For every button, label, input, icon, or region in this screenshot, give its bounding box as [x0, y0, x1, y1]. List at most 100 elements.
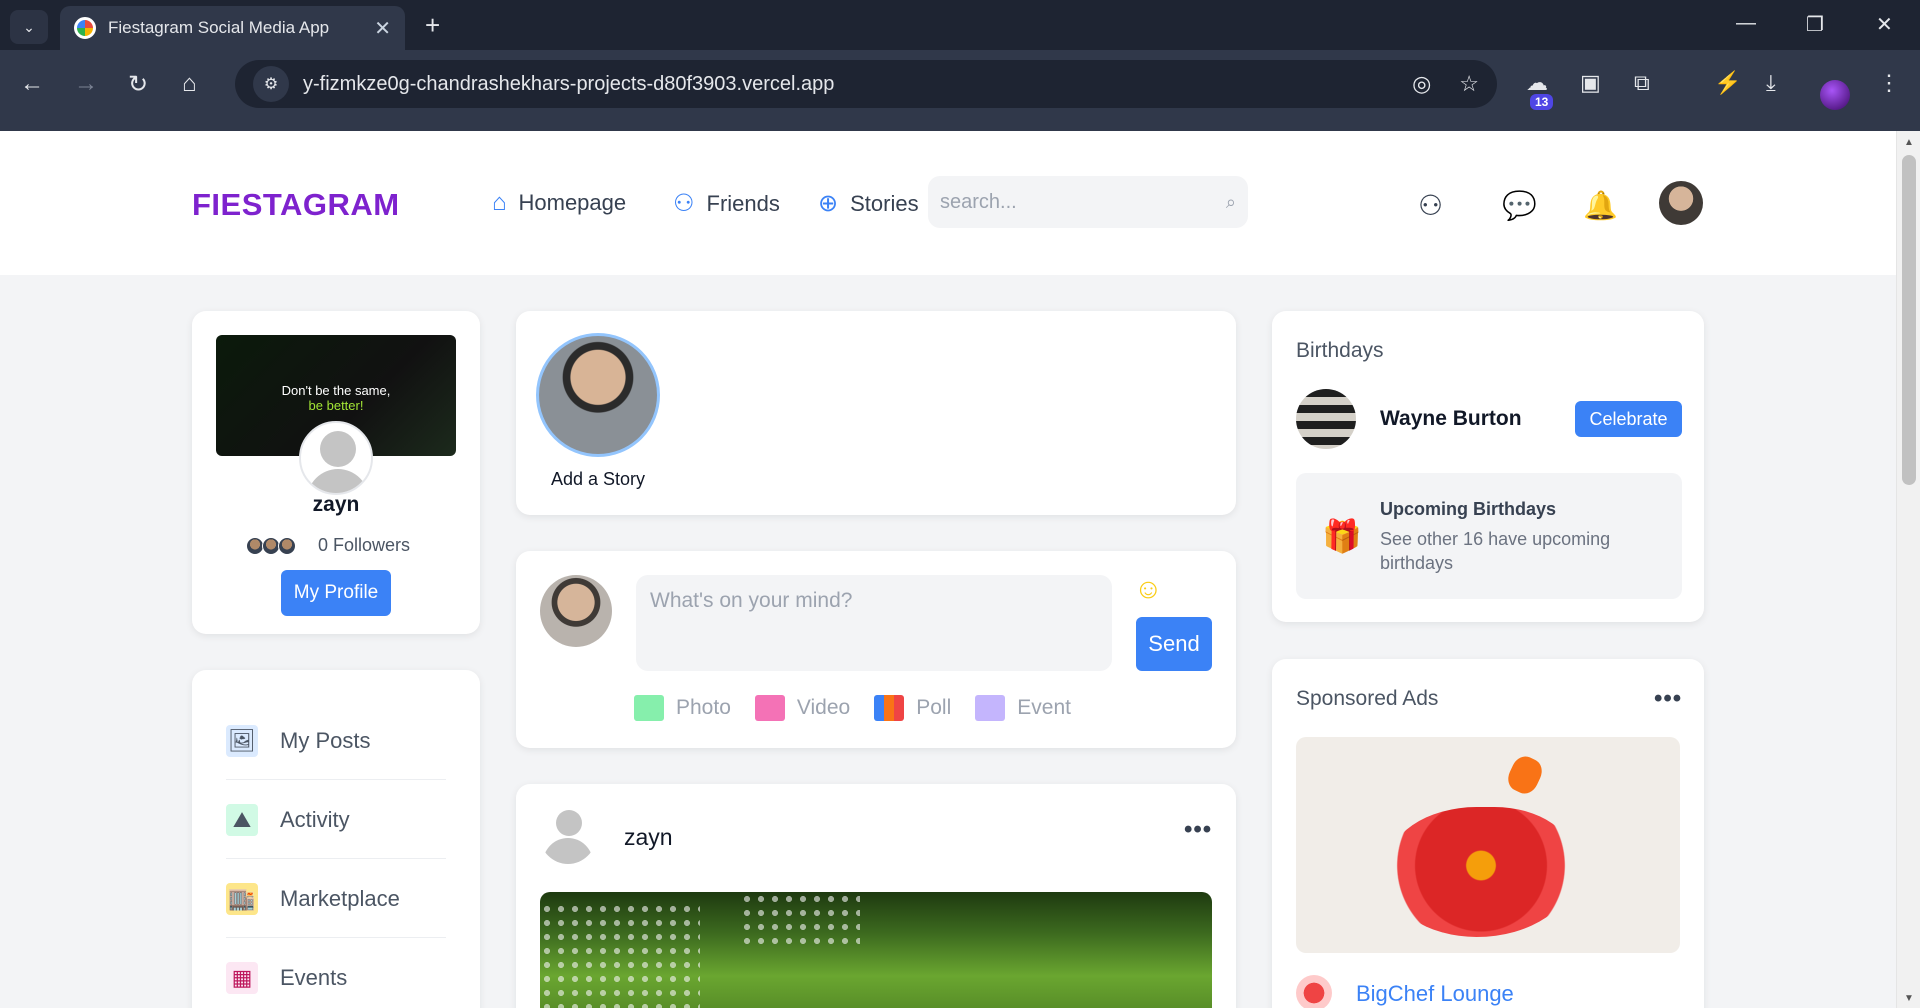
option-label: Photo: [676, 696, 731, 719]
restore-icon[interactable]: ❐: [1806, 12, 1824, 37]
site-info-icon[interactable]: ⚙: [253, 66, 289, 102]
scroll-up-icon[interactable]: ▲: [1904, 137, 1914, 148]
url-text: y-fizmkze0g-chandrashekhars-projects-d80…: [303, 72, 835, 95]
composer-options: Photo Video Poll Event: [634, 695, 1095, 721]
post-more-icon[interactable]: •••: [1184, 816, 1212, 844]
search-icon[interactable]: ⌕: [1226, 192, 1236, 213]
tab-search-button[interactable]: ⌄: [10, 10, 48, 44]
forward-icon[interactable]: →: [74, 70, 98, 98]
browser-toolbar: ← → ↻ ⌂ ⚙ y-fizmkze0g-chandrashekhars-pr…: [0, 50, 1920, 131]
post-image[interactable]: [540, 892, 1212, 1008]
people-icon[interactable]: ⚇: [1418, 189, 1443, 222]
logo[interactable]: FIESTAGRAM: [192, 187, 400, 223]
reload-icon[interactable]: ↻: [128, 70, 148, 99]
photo-icon: [634, 695, 664, 721]
tab-title: Fiestagram Social Media App: [108, 18, 330, 37]
browser-tab[interactable]: Fiestagram Social Media App ✕: [60, 6, 405, 50]
birthday-person-avatar[interactable]: [1296, 389, 1356, 449]
minimize-icon[interactable]: —: [1736, 12, 1756, 35]
chat-icon[interactable]: 💬: [1502, 189, 1537, 222]
nav-stories[interactable]: ⊕ Stories: [818, 189, 919, 218]
friends-icon: ⚇: [673, 190, 695, 217]
menu-label: Marketplace: [280, 885, 400, 911]
upcoming-birthdays[interactable]: 🎁 Upcoming Birthdays See other 16 have u…: [1296, 473, 1682, 599]
composer-avatar: [540, 575, 612, 647]
download-icon[interactable]: ⤓: [1766, 70, 1776, 96]
new-tab-button[interactable]: +: [425, 12, 440, 38]
ad-brand-link[interactable]: BigChef Lounge: [1356, 981, 1514, 1007]
browser-tab-bar: ⌄ Fiestagram Social Media App ✕ + — ❐ ✕: [0, 0, 1920, 50]
menu-item-marketplace[interactable]: 🏬 Marketplace: [226, 860, 446, 938]
posts-icon: 🖼: [226, 724, 258, 757]
performance-icon[interactable]: ⚡: [1714, 70, 1741, 96]
option-photo[interactable]: Photo: [634, 695, 731, 721]
add-story-avatar[interactable]: [536, 333, 660, 457]
birthday-person-name[interactable]: Wayne Burton: [1380, 407, 1522, 431]
extension-badge: 13: [1530, 94, 1554, 110]
cover-line1: Don't be the same,: [281, 383, 391, 398]
composer-card: ☺ Send Photo Video Poll Event: [516, 551, 1236, 748]
close-tab-icon[interactable]: ✕: [374, 16, 391, 41]
option-video[interactable]: Video: [754, 695, 851, 721]
nav-homepage[interactable]: ⌂ Homepage: [492, 189, 626, 217]
reader-icon[interactable]: ▣: [1580, 70, 1601, 96]
emoji-icon[interactable]: ☺: [1134, 573, 1163, 605]
profile-avatar[interactable]: [299, 421, 373, 495]
menu-label: My Posts: [280, 727, 371, 753]
post-card: zayn •••: [516, 784, 1236, 1008]
poll-icon: [874, 695, 905, 721]
nav-friends[interactable]: ⚇ Friends: [673, 189, 780, 218]
post-input[interactable]: [636, 575, 1112, 671]
my-profile-button[interactable]: My Profile: [281, 570, 391, 616]
menu-label: Activity: [280, 806, 350, 832]
birthdays-title: Birthdays: [1296, 339, 1384, 362]
app-header: FIESTAGRAM ⌂ Homepage ⚇ Friends ⊕ Storie…: [0, 131, 1896, 275]
favicon-icon: [74, 17, 96, 39]
plus-circle-icon: ⊕: [818, 190, 839, 217]
stories-card: Add a Story: [516, 311, 1236, 515]
extension-icon[interactable]: ☁: [1526, 70, 1548, 96]
events-calendar-icon: ▦: [226, 961, 258, 994]
ads-more-icon[interactable]: •••: [1654, 685, 1682, 713]
home-browser-icon[interactable]: ⌂: [182, 70, 197, 98]
follower-avatars: [246, 536, 296, 555]
scroll-thumb[interactable]: [1902, 155, 1916, 485]
upcoming-title: Upcoming Birthdays: [1380, 499, 1557, 519]
page-scrollbar[interactable]: ▲ ▼: [1896, 131, 1920, 1008]
ad-image[interactable]: [1296, 737, 1680, 953]
menu-label: Events: [280, 964, 348, 990]
profile-card: Don't be the same, be better! zayn 0 Fol…: [192, 311, 480, 634]
nav-label: Friends: [706, 190, 780, 216]
scroll-down-icon[interactable]: ▼: [1904, 993, 1914, 1004]
send-button[interactable]: Send: [1136, 617, 1212, 671]
menu-item-my-posts[interactable]: 🖼 My Posts: [226, 702, 446, 780]
birthdays-card: Birthdays Wayne Burton Celebrate 🎁 Upcom…: [1272, 311, 1704, 622]
option-poll[interactable]: Poll: [874, 695, 951, 721]
bell-icon[interactable]: 🔔: [1583, 189, 1618, 222]
menu-item-activity[interactable]: ⛰ Activity: [226, 781, 446, 859]
menu-card: 🖼 My Posts ⛰ Activity 🏬 Marketplace ▦ Ev…: [192, 670, 480, 1008]
option-label: Poll: [916, 696, 952, 719]
ads-card: Sponsored Ads ••• BigChef Lounge: [1272, 659, 1704, 1008]
extensions-puzzle-icon[interactable]: ⧉: [1634, 70, 1650, 96]
search-input[interactable]: [940, 190, 1226, 214]
menu-item-events[interactable]: ▦ Events: [226, 939, 446, 1008]
close-window-icon[interactable]: ✕: [1876, 12, 1893, 37]
post-author-name[interactable]: zayn: [624, 824, 673, 851]
option-label: Video: [796, 696, 851, 719]
user-avatar[interactable]: [1659, 181, 1703, 225]
search-bar: ⌕: [928, 176, 1248, 228]
ads-title: Sponsored Ads: [1296, 687, 1439, 710]
celebrate-button[interactable]: Celebrate: [1575, 401, 1682, 437]
add-story-label[interactable]: Add a Story: [526, 469, 670, 490]
back-icon[interactable]: ←: [20, 70, 44, 98]
menu-kebab-icon[interactable]: ⋮: [1878, 70, 1900, 96]
activity-icon: ⛰: [226, 803, 258, 836]
post-author-avatar[interactable]: [540, 808, 596, 864]
address-bar[interactable]: ⚙ y-fizmkze0g-chandrashekhars-projects-d…: [235, 60, 1497, 108]
eye-off-icon[interactable]: ◎: [1412, 71, 1431, 97]
browser-profile-avatar[interactable]: [1820, 80, 1850, 110]
option-event[interactable]: Event: [975, 695, 1071, 721]
bookmark-star-icon[interactable]: ☆: [1459, 71, 1479, 97]
home-icon: ⌂: [492, 189, 507, 216]
